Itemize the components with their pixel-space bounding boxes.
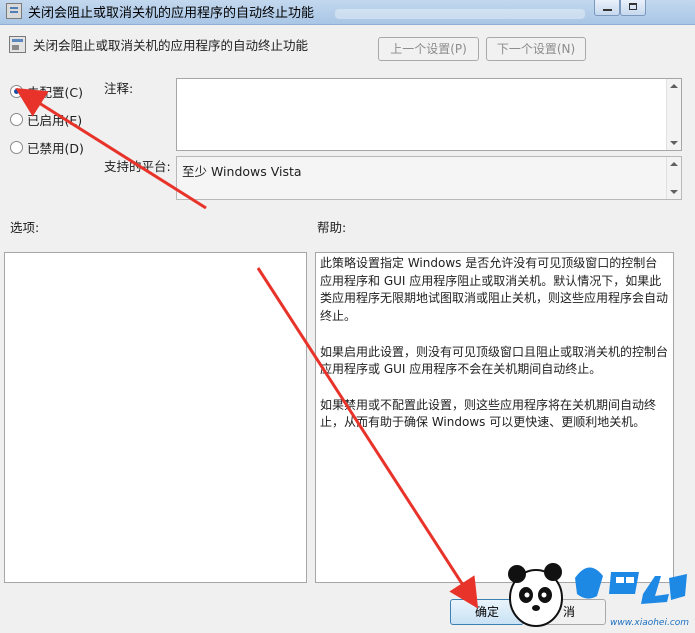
radio-button-icon[interactable]: [10, 113, 23, 126]
policy-editor-icon: [6, 3, 22, 19]
supported-platform-label: 支持的平台:: [104, 159, 171, 174]
radio-enabled[interactable]: 已启用(E): [10, 110, 82, 129]
maximize-button[interactable]: [620, 0, 646, 16]
options-label: 选项:: [10, 220, 40, 235]
help-paragraph: 如果启用此设置，则没有可见顶级窗口且阻止或取消关机的控制台应用程序或 GUI 应…: [320, 344, 669, 377]
scroll-up-arrow-icon[interactable]: [670, 84, 678, 88]
scroll-down-arrow-icon[interactable]: [670, 141, 678, 145]
platform-scrollbar[interactable]: [666, 157, 681, 199]
help-paragraph: 如果禁用或不配置此设置，则这些应用程序将在关机期间自动终止，从而有助于确保 Wi…: [320, 397, 657, 430]
help-paragraph: 此策略设置指定 Windows 是否允许没有可见顶级窗口的控制台应用程序和 GU…: [320, 256, 669, 324]
radio-button-icon[interactable]: [10, 141, 23, 154]
watermark-url: www.xiaohei.com: [610, 618, 690, 628]
previous-setting-button[interactable]: 上一个设置(P): [378, 37, 479, 61]
policy-title: 关闭会阻止或取消关机的应用程序的自动终止功能: [33, 38, 309, 53]
radio-not-configured[interactable]: 未配置(C): [10, 82, 83, 101]
title-bar: 关闭会阻止或取消关机的应用程序的自动终止功能: [0, 0, 695, 25]
next-setting-button[interactable]: 下一个设置(N): [486, 37, 586, 61]
blurred-title-area: [335, 9, 585, 19]
comment-scrollbar[interactable]: [666, 79, 681, 150]
radio-label: 已禁用(D): [27, 141, 84, 156]
help-panel: 此策略设置指定 Windows 是否允许没有可见顶级窗口的控制台应用程序和 GU…: [315, 252, 674, 583]
minimize-button[interactable]: [594, 0, 620, 16]
radio-label: 未配置(C): [27, 85, 83, 100]
comment-textarea[interactable]: [176, 78, 682, 151]
radio-disabled[interactable]: 已禁用(D): [10, 138, 84, 157]
window-title: 关闭会阻止或取消关机的应用程序的自动终止功能: [28, 6, 315, 21]
supported-platform-value: 至少 Windows Vista: [182, 164, 302, 179]
supported-platform-field: 至少 Windows Vista: [176, 156, 682, 200]
comment-label: 注释:: [104, 81, 134, 96]
scroll-up-arrow-icon[interactable]: [670, 162, 678, 166]
scroll-down-arrow-icon[interactable]: [670, 190, 678, 194]
help-label: 帮助:: [317, 220, 347, 235]
policy-setting-icon: [9, 36, 26, 53]
options-panel: [4, 252, 307, 583]
radio-button-checked-icon[interactable]: [10, 85, 23, 98]
radio-label: 已启用(E): [27, 113, 83, 128]
